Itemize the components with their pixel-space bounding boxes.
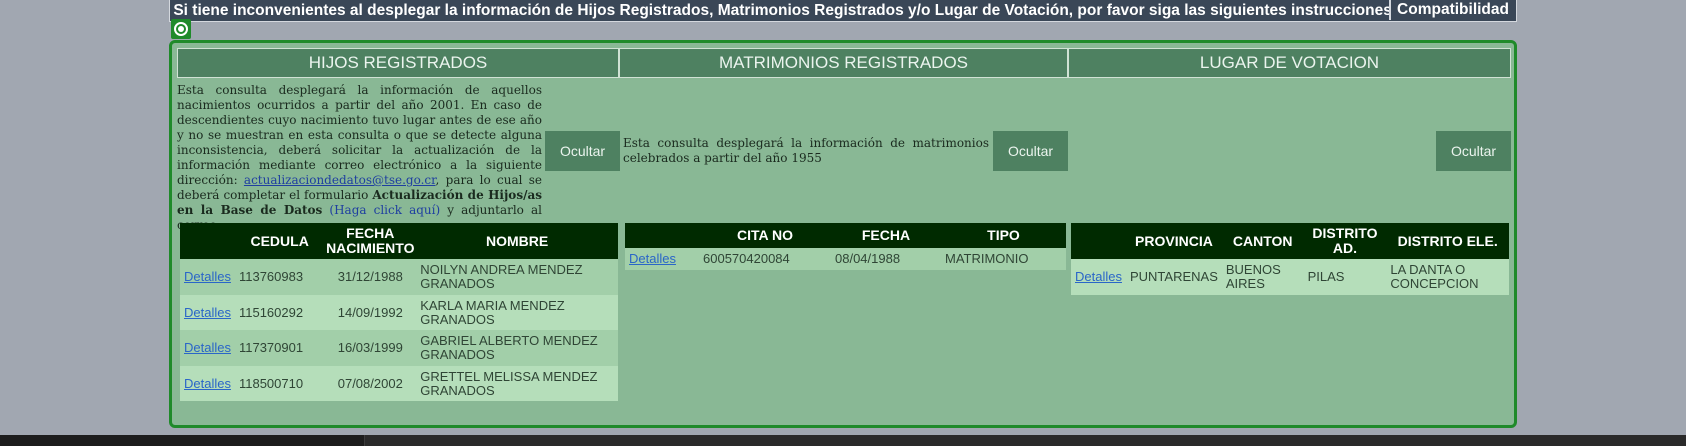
form-link[interactable]: (Haga click aquí) xyxy=(322,203,440,217)
nombre-cell: GABRIEL ALBERTO MENDEZ GRANADOS xyxy=(416,330,618,366)
nombre-cell: NOILYN ANDREA MENDEZ GRANADOS xyxy=(416,259,618,295)
target-dot xyxy=(178,26,184,32)
cita-cell: 600570420084 xyxy=(699,248,831,270)
fecha-cell: 14/09/1992 xyxy=(324,295,417,330)
header-distrito-ad: DISTRITO AD. xyxy=(1303,223,1387,259)
taskbar xyxy=(0,435,1686,446)
matrimonios-table: CITA NO FECHA TIPO Detalles 600570420084… xyxy=(625,223,1066,270)
header-fecha-nacimiento: FECHA NACIMIENTO xyxy=(324,223,417,259)
matrimonios-description: Esta consulta desplegará la información … xyxy=(623,136,989,165)
cedula-cell: 115160292 xyxy=(234,295,325,330)
table-row: Detalles 600570420084 08/04/1988 MATRIMO… xyxy=(625,248,1066,270)
detalles-link[interactable]: Detalles xyxy=(184,340,231,355)
header-nombre: NOMBRE xyxy=(416,223,618,259)
votacion-header: LUGAR DE VOTACION xyxy=(1068,48,1511,78)
header-cell xyxy=(625,223,699,248)
fecha-cell: 07/08/2002 xyxy=(324,366,417,401)
detalles-link[interactable]: Detalles xyxy=(184,269,231,284)
canton-cell: BUENOS AIRES xyxy=(1221,259,1304,295)
header-cell xyxy=(1071,223,1126,259)
table-row: Detalles 115160292 14/09/1992 KARLA MARI… xyxy=(180,295,618,330)
nombre-cell: GRETTEL MELISSA MENDEZ GRANADOS xyxy=(416,366,618,401)
tipo-cell: MATRIMONIO xyxy=(941,248,1066,270)
detalles-link[interactable]: Detalles xyxy=(184,305,231,320)
header-distrito-ele: DISTRITO ELE. xyxy=(1386,223,1509,259)
hijos-description: Esta consulta desplegará la información … xyxy=(177,83,542,233)
votacion-ocultar-button[interactable]: Ocultar xyxy=(1436,131,1511,171)
table-row: Detalles 117370901 16/03/1999 GABRIEL AL… xyxy=(180,330,618,366)
compatibility-button[interactable]: Compatibilidad xyxy=(1389,0,1515,20)
table-row: Detalles 118500710 07/08/2002 GRETTEL ME… xyxy=(180,366,618,401)
email-link[interactable]: actualizaciondedatos@tse.go.cr xyxy=(244,173,436,187)
header-cell xyxy=(180,223,235,259)
detalles-link[interactable]: Detalles xyxy=(1075,269,1122,284)
compatibility-notice-bar: Si tiene inconvenientes al desplegar la … xyxy=(169,0,1517,22)
provincia-cell: PUNTARENAS xyxy=(1125,259,1222,295)
hijos-desc-text-1: Esta consulta desplegará la información … xyxy=(177,83,542,187)
distrito-ad-cell: PILAS xyxy=(1303,259,1387,295)
matrimonios-header: MATRIMONIOS REGISTRADOS xyxy=(619,48,1068,78)
votacion-table: PROVINCIA CANTON DISTRITO AD. DISTRITO E… xyxy=(1071,223,1509,295)
matrimonios-ocultar-button[interactable]: Ocultar xyxy=(993,131,1068,171)
cedula-cell: 118500710 xyxy=(234,366,325,401)
votacion-table-header: PROVINCIA CANTON DISTRITO AD. DISTRITO E… xyxy=(1071,223,1509,259)
fecha-cell: 16/03/1999 xyxy=(324,330,417,366)
cedula-cell: 113760983 xyxy=(234,259,325,295)
hijos-table-header: CEDULA FECHA NACIMIENTO NOMBRE xyxy=(180,223,618,259)
header-fecha: FECHA xyxy=(831,223,941,248)
toggle-panel-button[interactable] xyxy=(171,19,191,39)
distrito-ele-cell: LA DANTA O CONCEPCION xyxy=(1386,259,1509,295)
nombre-cell: KARLA MARIA MENDEZ GRANADOS xyxy=(416,295,618,330)
fecha-cell: 31/12/1988 xyxy=(324,259,417,295)
taskbar-segment xyxy=(0,435,365,446)
consulta-panel: HIJOS REGISTRADOS Esta consulta desplega… xyxy=(169,40,1517,428)
header-canton: CANTON xyxy=(1221,223,1304,259)
header-provincia: PROVINCIA xyxy=(1125,223,1222,259)
header-cedula: CEDULA xyxy=(234,223,325,259)
detalles-link[interactable]: Detalles xyxy=(629,251,676,266)
fecha-cell: 08/04/1988 xyxy=(831,248,941,270)
matrimonios-table-header: CITA NO FECHA TIPO xyxy=(625,223,1066,248)
hijos-header: HIJOS REGISTRADOS xyxy=(177,48,619,78)
cedula-cell: 117370901 xyxy=(234,330,325,366)
header-cita-no: CITA NO xyxy=(699,223,831,248)
detalles-link[interactable]: Detalles xyxy=(184,376,231,391)
hijos-ocultar-button[interactable]: Ocultar xyxy=(545,131,620,171)
compatibility-notice-text: Si tiene inconvenientes al desplegar la … xyxy=(173,2,1397,19)
table-row: Detalles 113760983 31/12/1988 NOILYN AND… xyxy=(180,259,618,295)
hijos-table: CEDULA FECHA NACIMIENTO NOMBRE Detalles … xyxy=(180,223,618,401)
header-tipo: TIPO xyxy=(941,223,1066,248)
table-row: Detalles PUNTARENAS BUENOS AIRES PILAS L… xyxy=(1071,259,1509,295)
